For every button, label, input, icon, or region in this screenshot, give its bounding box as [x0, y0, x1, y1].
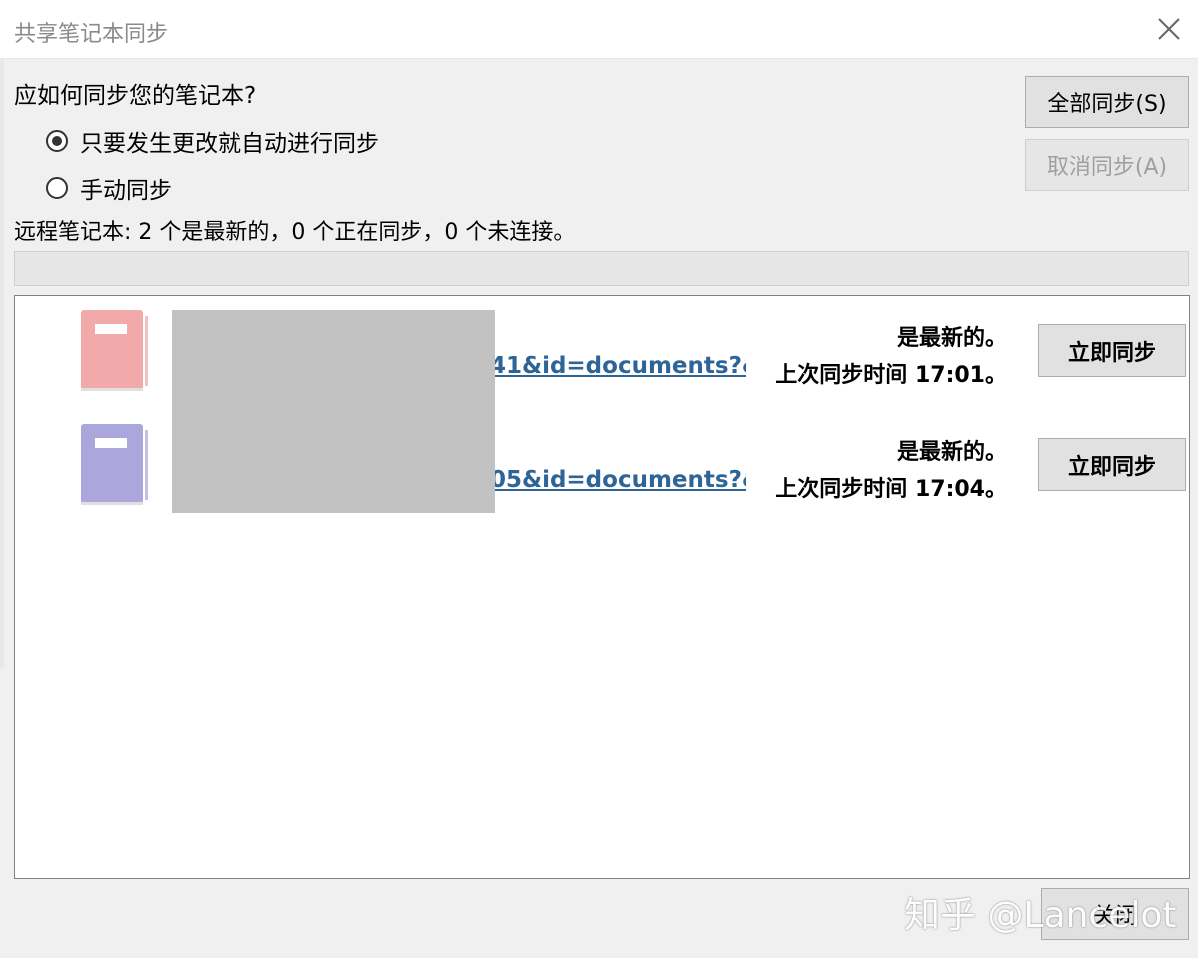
close-icon[interactable]	[1154, 14, 1184, 44]
notebook-last-sync: 上次同步时间 17:01。	[775, 363, 1007, 388]
sync-now-label: 立即同步	[1067, 340, 1156, 366]
window-title: 共享笔记本同步	[14, 22, 169, 47]
radio-auto-icon[interactable]	[46, 130, 68, 152]
notebook-list: 41&id=documents?& 是最新的。 上次同步时间 17:01。 立即…	[14, 295, 1190, 879]
cancel-sync-label: 取消同步(A)	[1046, 155, 1168, 180]
notebook-link[interactable]: 41&id=documents?&	[490, 353, 746, 379]
notebook-link[interactable]: 05&id=documents?&	[490, 467, 746, 493]
redacted-notebook-names	[172, 310, 495, 513]
sync-now-button[interactable]: 立即同步	[1038, 324, 1186, 377]
sync-all-label: 全部同步(S)	[1047, 92, 1167, 117]
radio-manual-label: 手动同步	[80, 178, 172, 204]
radio-manual-sync[interactable]: 手动同步	[46, 171, 172, 205]
sync-all-button[interactable]: 全部同步(S)	[1025, 76, 1189, 128]
sync-question: 应如何同步您的笔记本?	[14, 83, 257, 109]
cancel-sync-button: 取消同步(A)	[1025, 139, 1189, 191]
sync-now-label: 立即同步	[1067, 454, 1156, 480]
radio-manual-icon[interactable]	[46, 177, 68, 199]
notebook-status: 是最新的。	[896, 326, 1007, 351]
sync-progress-bar	[14, 251, 1189, 286]
radio-auto-sync[interactable]: 只要发生更改就自动进行同步	[46, 124, 379, 158]
notebook-last-sync: 上次同步时间 17:04。	[775, 477, 1007, 502]
notebook-icon	[81, 310, 148, 391]
sync-now-button[interactable]: 立即同步	[1038, 438, 1186, 491]
radio-auto-label: 只要发生更改就自动进行同步	[80, 131, 379, 157]
window-edge	[0, 58, 4, 668]
notebook-icon	[81, 424, 148, 505]
title-bar: 共享笔记本同步	[0, 0, 1198, 59]
remote-notebooks-status: 远程笔记本: 2 个是最新的，0 个正在同步，0 个未连接。	[14, 220, 576, 245]
notebook-status: 是最新的。	[896, 440, 1007, 465]
watermark: 知乎 @Lancelot	[904, 895, 1177, 936]
